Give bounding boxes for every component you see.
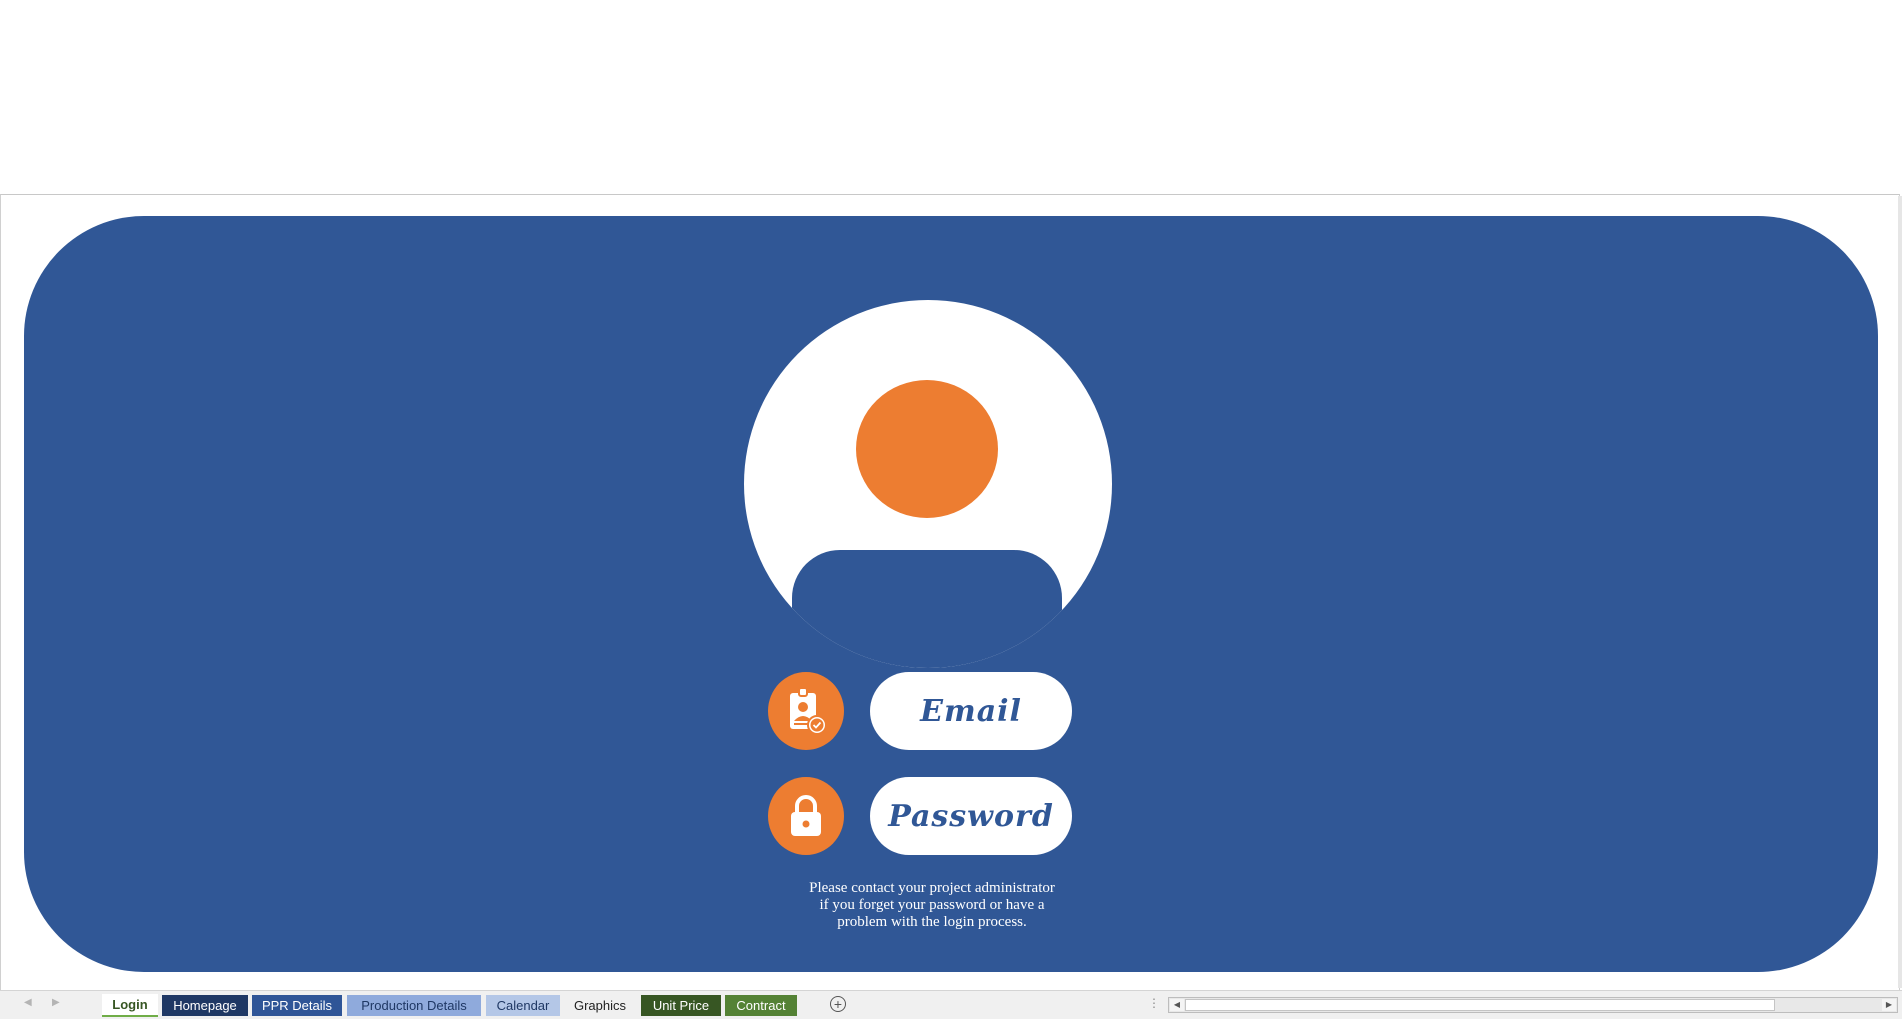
help-line: Please contact your project administrato… — [809, 880, 1055, 896]
tab-calendar[interactable]: Calendar — [486, 995, 560, 1016]
scroll-tabs-left-icon[interactable]: ◀ — [24, 997, 32, 1008]
horizontal-scrollbar[interactable]: ◀ ▶ — [1168, 997, 1898, 1013]
sheet-tab-bar: ◀ ▶ Login Homepage PPR Details Productio… — [0, 990, 1902, 1019]
padlock-icon — [768, 777, 844, 855]
tab-graphics[interactable]: Graphics — [564, 995, 636, 1016]
help-line: problem with the login process. — [837, 914, 1027, 930]
avatar-head-shape — [856, 380, 998, 518]
email-label: Email — [920, 693, 1022, 729]
scroll-left-icon[interactable]: ◀ — [1170, 999, 1184, 1011]
help-line: if you forget your password or have a — [819, 897, 1045, 913]
splitter-handle-icon[interactable]: ⋮ — [1148, 996, 1160, 1010]
scroll-tabs-right-icon[interactable]: ▶ — [52, 997, 60, 1008]
id-badge-check-icon — [768, 672, 844, 750]
tab-homepage[interactable]: Homepage — [162, 995, 248, 1016]
tab-login[interactable]: Login — [102, 994, 158, 1017]
vertical-scrollbar[interactable] — [1898, 196, 1902, 988]
tab-production-details[interactable]: Production Details — [347, 995, 481, 1016]
scroll-right-icon[interactable]: ▶ — [1882, 999, 1896, 1011]
avatar-body-shape — [792, 550, 1062, 668]
add-sheet-icon[interactable]: + — [830, 996, 846, 1012]
tab-ppr-details[interactable]: PPR Details — [252, 995, 342, 1016]
tab-contract[interactable]: Contract — [725, 995, 797, 1016]
scrollbar-thumb[interactable] — [1185, 999, 1775, 1011]
user-avatar-icon — [744, 300, 1112, 668]
login-help-text: Please contact your project administrato… — [780, 880, 1084, 931]
tab-unit-price[interactable]: Unit Price — [641, 995, 721, 1016]
email-field[interactable]: Email — [870, 672, 1072, 750]
password-field[interactable]: Password — [870, 777, 1072, 855]
password-label: Password — [888, 798, 1054, 834]
